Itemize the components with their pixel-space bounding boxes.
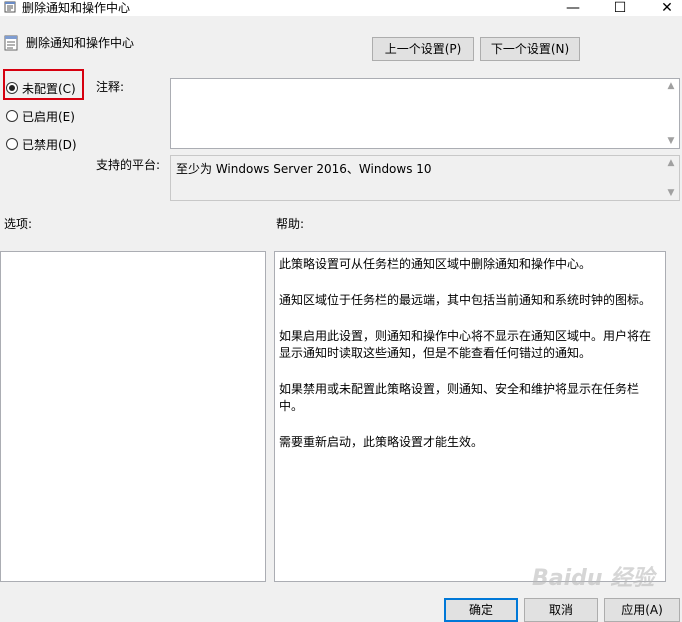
platform-label: 支持的平台: xyxy=(96,158,161,172)
radio-indicator xyxy=(6,110,18,122)
policy-icon xyxy=(4,35,18,51)
help-paragraph: 通知区域位于任务栏的最远端，其中包括当前通知和系统时钟的图标。 xyxy=(279,293,652,307)
next-setting-button[interactable]: 下一个设置(N) xyxy=(480,37,580,61)
help-label: 帮助: xyxy=(276,217,305,231)
close-button[interactable]: ✕ xyxy=(644,0,682,16)
platform-value: 至少为 Windows Server 2016、Windows 10 xyxy=(176,162,432,176)
minimize-button[interactable]: — xyxy=(550,0,596,16)
radio-enabled[interactable]: 已启用(E) xyxy=(6,106,75,126)
radio-label: 已启用(E) xyxy=(22,109,75,124)
comment-textarea[interactable]: ▲ ▼ xyxy=(170,78,680,149)
comment-label: 注释: xyxy=(96,80,125,94)
radio-disabled[interactable]: 已禁用(D) xyxy=(6,134,77,154)
help-paragraph: 需要重新启动，此策略设置才能生效。 xyxy=(279,435,484,449)
options-label: 选项: xyxy=(4,217,33,231)
maximize-button[interactable]: ☐ xyxy=(597,0,643,16)
ok-button[interactable]: 确定 xyxy=(444,598,518,622)
options-panel xyxy=(0,251,266,582)
scroll-up-icon[interactable]: ▲ xyxy=(663,158,679,168)
radio-indicator xyxy=(6,138,18,150)
comment-value xyxy=(171,79,679,87)
baidu-watermark: Baidu 经验 xyxy=(532,566,655,591)
help-paragraph: 如果禁用或未配置此策略设置，则通知、安全和维护将显示在任务栏中。 xyxy=(279,382,640,413)
scroll-down-icon[interactable]: ▼ xyxy=(663,136,679,146)
help-paragraph: 此策略设置可从任务栏的通知区域中删除通知和操作中心。 xyxy=(279,257,592,271)
radio-label: 未配置(C) xyxy=(22,81,76,96)
comment-scrollbar[interactable]: ▲ ▼ xyxy=(663,79,679,148)
window-icon xyxy=(4,1,16,13)
radio-not-configured[interactable]: 未配置(C) xyxy=(6,78,76,98)
radio-indicator xyxy=(6,82,18,94)
cancel-button[interactable]: 取消 xyxy=(524,598,598,622)
prev-setting-button[interactable]: 上一个设置(P) xyxy=(372,37,474,61)
help-paragraph: 如果启用此设置，则通知和操作中心将不显示在通知区域中。用户将在显示通知时读取这些… xyxy=(279,329,652,360)
apply-button[interactable]: 应用(A) xyxy=(604,598,680,622)
window-title: 删除通知和操作中心 xyxy=(22,1,131,15)
scroll-up-icon[interactable]: ▲ xyxy=(663,81,679,91)
platform-scrollbar[interactable]: ▲ ▼ xyxy=(663,156,679,200)
radio-label: 已禁用(D) xyxy=(22,137,77,152)
scroll-down-icon[interactable]: ▼ xyxy=(663,188,679,198)
help-panel: 此策略设置可从任务栏的通知区域中删除通知和操作中心。 通知区域位于任务栏的最远端… xyxy=(274,251,666,582)
policy-name: 删除通知和操作中心 xyxy=(26,36,135,50)
platform-field: 至少为 Windows Server 2016、Windows 10 ▲ ▼ xyxy=(170,155,680,201)
